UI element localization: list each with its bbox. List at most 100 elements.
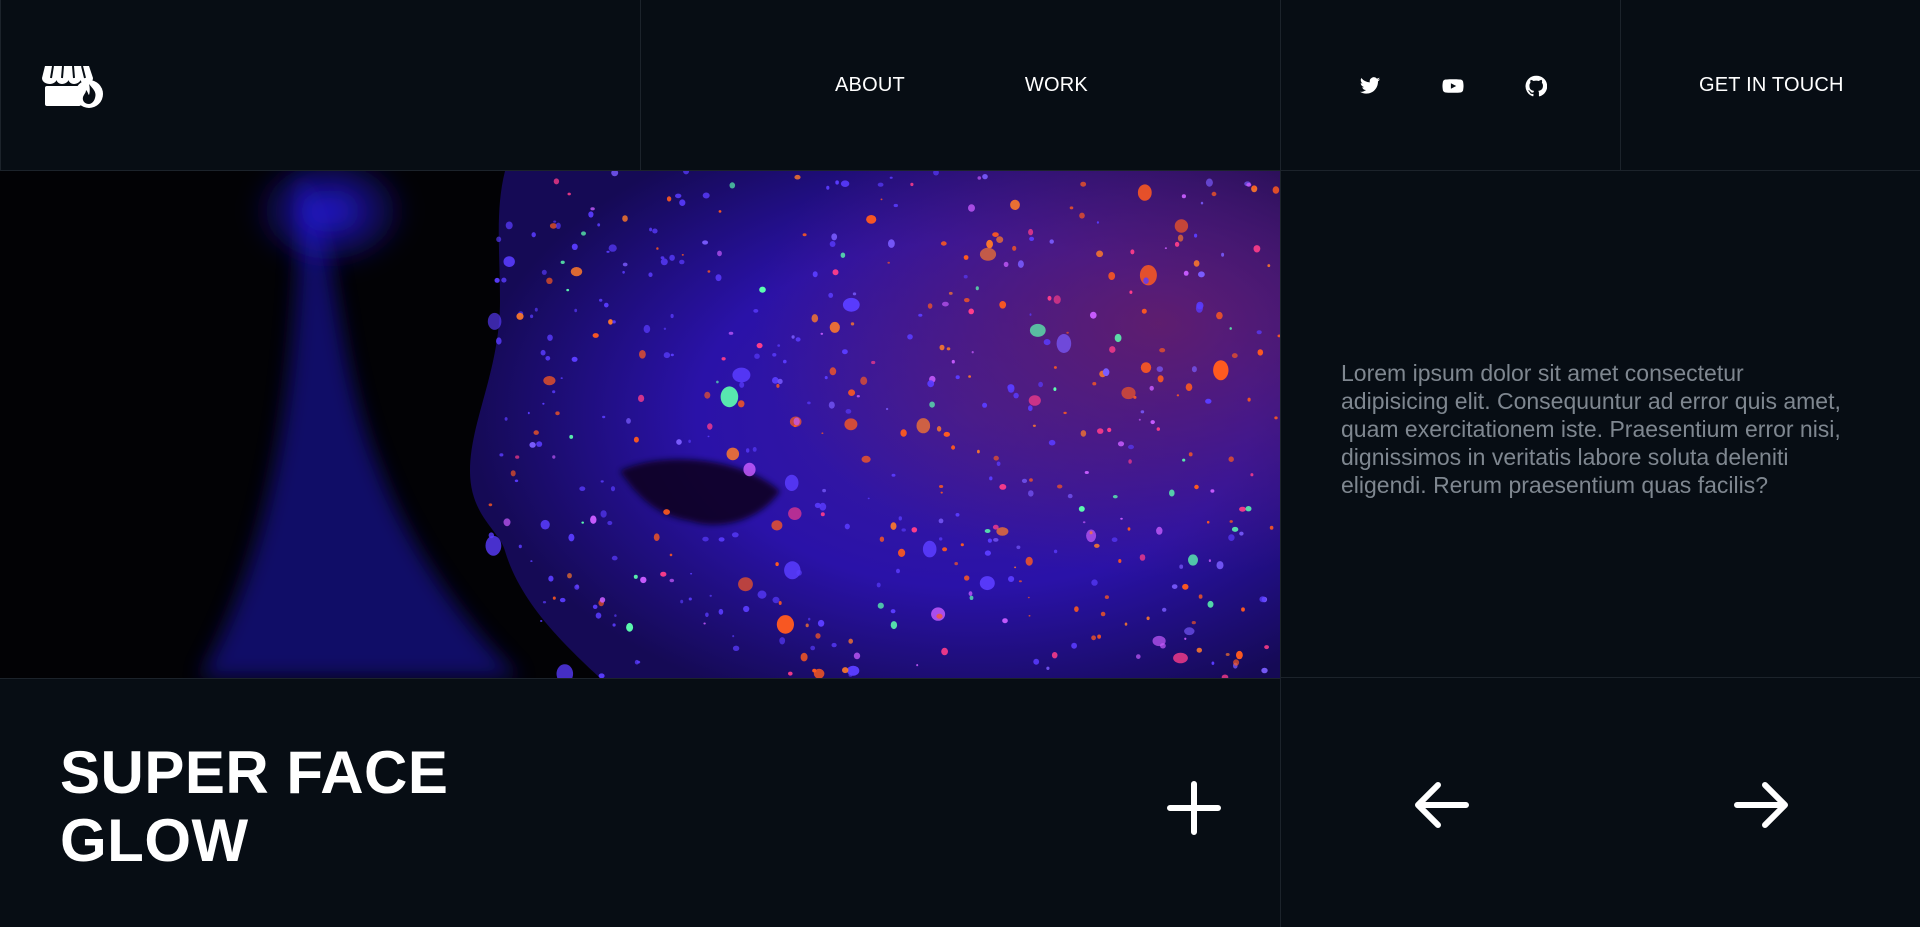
paint-speck (600, 480, 604, 483)
paint-speck (753, 309, 759, 313)
paint-speck (939, 537, 943, 541)
paint-speck (794, 174, 801, 180)
shop-fire-icon[interactable] (41, 64, 105, 108)
paint-speck (739, 381, 745, 388)
paint-speck (488, 503, 493, 507)
paint-speck (1028, 490, 1034, 497)
paint-speck (1239, 506, 1246, 512)
github-icon[interactable] (1525, 75, 1547, 97)
paint-speck (1029, 478, 1033, 482)
paint-speck (1012, 245, 1017, 251)
paint-speck (887, 261, 890, 264)
paint-speck (939, 344, 945, 351)
paint-speck (879, 536, 885, 542)
paint-speck (848, 389, 856, 396)
paint-speck (844, 523, 850, 530)
paint-speck (1118, 559, 1122, 563)
paint-speck (1033, 658, 1040, 665)
paint-speck (1253, 245, 1261, 253)
arrow-right-icon[interactable] (1733, 779, 1791, 831)
paint-speck (571, 243, 578, 250)
paint-speck (1121, 386, 1136, 400)
paint-speck (842, 667, 849, 674)
paint-speck (1038, 381, 1043, 388)
paint-speck (1221, 252, 1225, 257)
paint-speck (1137, 184, 1152, 201)
paint-speck (1233, 659, 1240, 666)
get-in-touch-link[interactable]: GET IN TOUCH (1699, 74, 1844, 97)
paint-speck (1089, 531, 1093, 535)
paint-speck (611, 555, 618, 561)
paint-speck (811, 314, 819, 323)
paint-speck (1191, 366, 1197, 373)
paint-speck (964, 298, 970, 303)
youtube-icon[interactable] (1442, 75, 1464, 97)
paint-speck (1140, 362, 1152, 373)
paint-speck (1216, 561, 1224, 570)
paint-speck (660, 571, 667, 577)
paint-speck (527, 411, 530, 415)
paint-speck (840, 252, 846, 258)
paint-speck (1231, 353, 1238, 359)
paint-speck (1174, 241, 1180, 247)
paint-speck (772, 353, 777, 357)
paint-speck (776, 383, 780, 388)
paint-speck (955, 513, 960, 517)
paint-speck (844, 418, 858, 431)
paint-speck (1130, 249, 1135, 255)
paint-speck (817, 619, 825, 627)
nav-about-link[interactable]: ABOUT (835, 74, 905, 97)
paint-speck (1196, 647, 1203, 653)
paint-speck (1174, 219, 1189, 233)
paint-speck (1182, 458, 1186, 462)
paint-speck (984, 550, 992, 556)
paint-speck (1211, 661, 1215, 665)
paint-speck (916, 664, 919, 667)
paint-speck (1207, 600, 1214, 608)
nav-work-link[interactable]: WORK (1025, 74, 1088, 97)
paint-speck (728, 331, 734, 335)
paint-speck (946, 347, 951, 351)
paint-speck (1193, 260, 1200, 267)
paint-speck (571, 356, 578, 362)
paint-speck (940, 241, 947, 246)
paint-speck (1157, 375, 1164, 383)
paint-speck (1010, 199, 1020, 210)
paint-speck (999, 484, 1007, 490)
paint-speck (885, 407, 889, 411)
paint-speck (1205, 178, 1213, 187)
paint-speck (1210, 489, 1215, 493)
paint-speck (796, 569, 802, 576)
plus-icon[interactable] (1166, 780, 1222, 836)
paint-speck (1084, 471, 1089, 474)
paint-speck (703, 622, 706, 625)
paint-speck (595, 612, 602, 619)
paint-speck (1074, 606, 1079, 612)
paint-speck (1091, 579, 1098, 586)
paint-speck (815, 633, 821, 639)
paint-speck (1250, 473, 1254, 477)
paint-speck (574, 308, 578, 313)
paint-speck (993, 538, 999, 542)
paint-speck (1029, 313, 1032, 316)
paint-speck (702, 240, 709, 245)
paint-speck (534, 307, 538, 312)
paint-speck (552, 596, 556, 600)
paint-speck (1013, 392, 1019, 399)
paint-speck (824, 376, 828, 380)
paint-speck (743, 462, 756, 477)
twitter-icon[interactable] (1359, 75, 1381, 97)
paint-speck (1048, 439, 1056, 446)
paint-speck (638, 394, 645, 402)
arrow-left-icon[interactable] (1412, 779, 1470, 831)
paint-speck (779, 637, 786, 645)
paint-speck (845, 409, 852, 414)
paint-speck (581, 521, 584, 524)
paint-speck (588, 211, 594, 218)
paint-speck (1182, 583, 1189, 590)
paint-speck (938, 518, 944, 524)
paint-speck (1120, 517, 1123, 520)
paint-speck (560, 260, 565, 264)
paint-speck (927, 380, 935, 388)
paint-speck (1150, 420, 1155, 425)
